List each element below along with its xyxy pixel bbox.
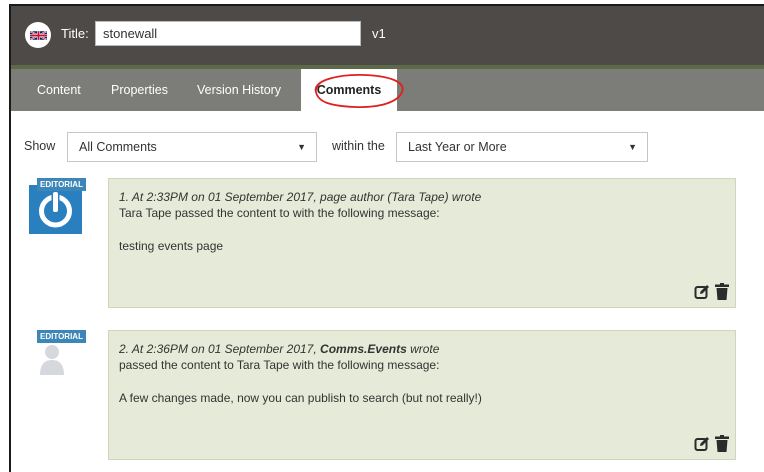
uk-flag-icon[interactable] [25, 22, 51, 48]
comment-actions [694, 283, 729, 300]
within-select-value: Last Year or More [408, 140, 507, 154]
comment-timestamp: At 2:33PM on 01 September 2017, page aut… [131, 190, 482, 204]
comment-text: Tara Tape passed the content to with the… [119, 206, 440, 220]
comment-author: Comms.Events [320, 342, 407, 356]
show-select[interactable]: All Comments ▼ [67, 132, 317, 162]
show-label: Show [24, 139, 56, 153]
title-input[interactable] [95, 21, 361, 46]
trash-icon[interactable] [715, 435, 729, 452]
editorial-badge: EDITORIAL [37, 178, 86, 191]
editorial-badge: EDITORIAL [37, 330, 86, 343]
chevron-down-icon: ▼ [628, 142, 637, 152]
comment-meta: 1. At 2:33PM on 01 September 2017, page … [119, 190, 725, 204]
version-label: v1 [372, 26, 386, 41]
comment-actions [694, 435, 729, 452]
tab-version-history[interactable]: Version History [197, 69, 281, 111]
comment-bubble: 1. At 2:33PM on 01 September 2017, page … [108, 178, 736, 308]
avatar: EDITORIAL [29, 178, 86, 234]
editor-window: Title: v1 Content Properties Version His… [9, 4, 764, 472]
show-select-value: All Comments [79, 140, 157, 154]
edit-icon[interactable] [694, 436, 710, 452]
tab-properties[interactable]: Properties [111, 69, 168, 111]
comment-text: passed the content to Tara Tape with the… [119, 358, 440, 372]
comment-message: A few changes made, now you can publish … [119, 391, 482, 405]
tab-bar: Content Properties Version History Comme… [11, 65, 764, 111]
tab-content[interactable]: Content [37, 69, 81, 111]
comment-meta: 2. At 2:36PM on 01 September 2017, Comms… [119, 342, 725, 356]
trash-icon[interactable] [715, 283, 729, 300]
comment-timestamp: At 2:36PM on 01 September 2017, [131, 342, 317, 356]
tab-comments[interactable]: Comments [301, 69, 397, 111]
comment-number: 1. [119, 190, 130, 204]
comment-number: 2. [119, 342, 130, 356]
title-label: Title: [61, 26, 89, 41]
chevron-down-icon: ▼ [297, 142, 306, 152]
avatar: EDITORIAL [29, 330, 86, 386]
comment-bubble: 2. At 2:36PM on 01 September 2017, Comms… [108, 330, 736, 460]
within-label: within the [332, 139, 385, 153]
edit-icon[interactable] [694, 284, 710, 300]
header-bar: Title: v1 [11, 6, 764, 65]
comment-verb: wrote [410, 342, 440, 356]
comment-message: testing events page [119, 239, 224, 253]
within-select[interactable]: Last Year or More ▼ [396, 132, 648, 162]
